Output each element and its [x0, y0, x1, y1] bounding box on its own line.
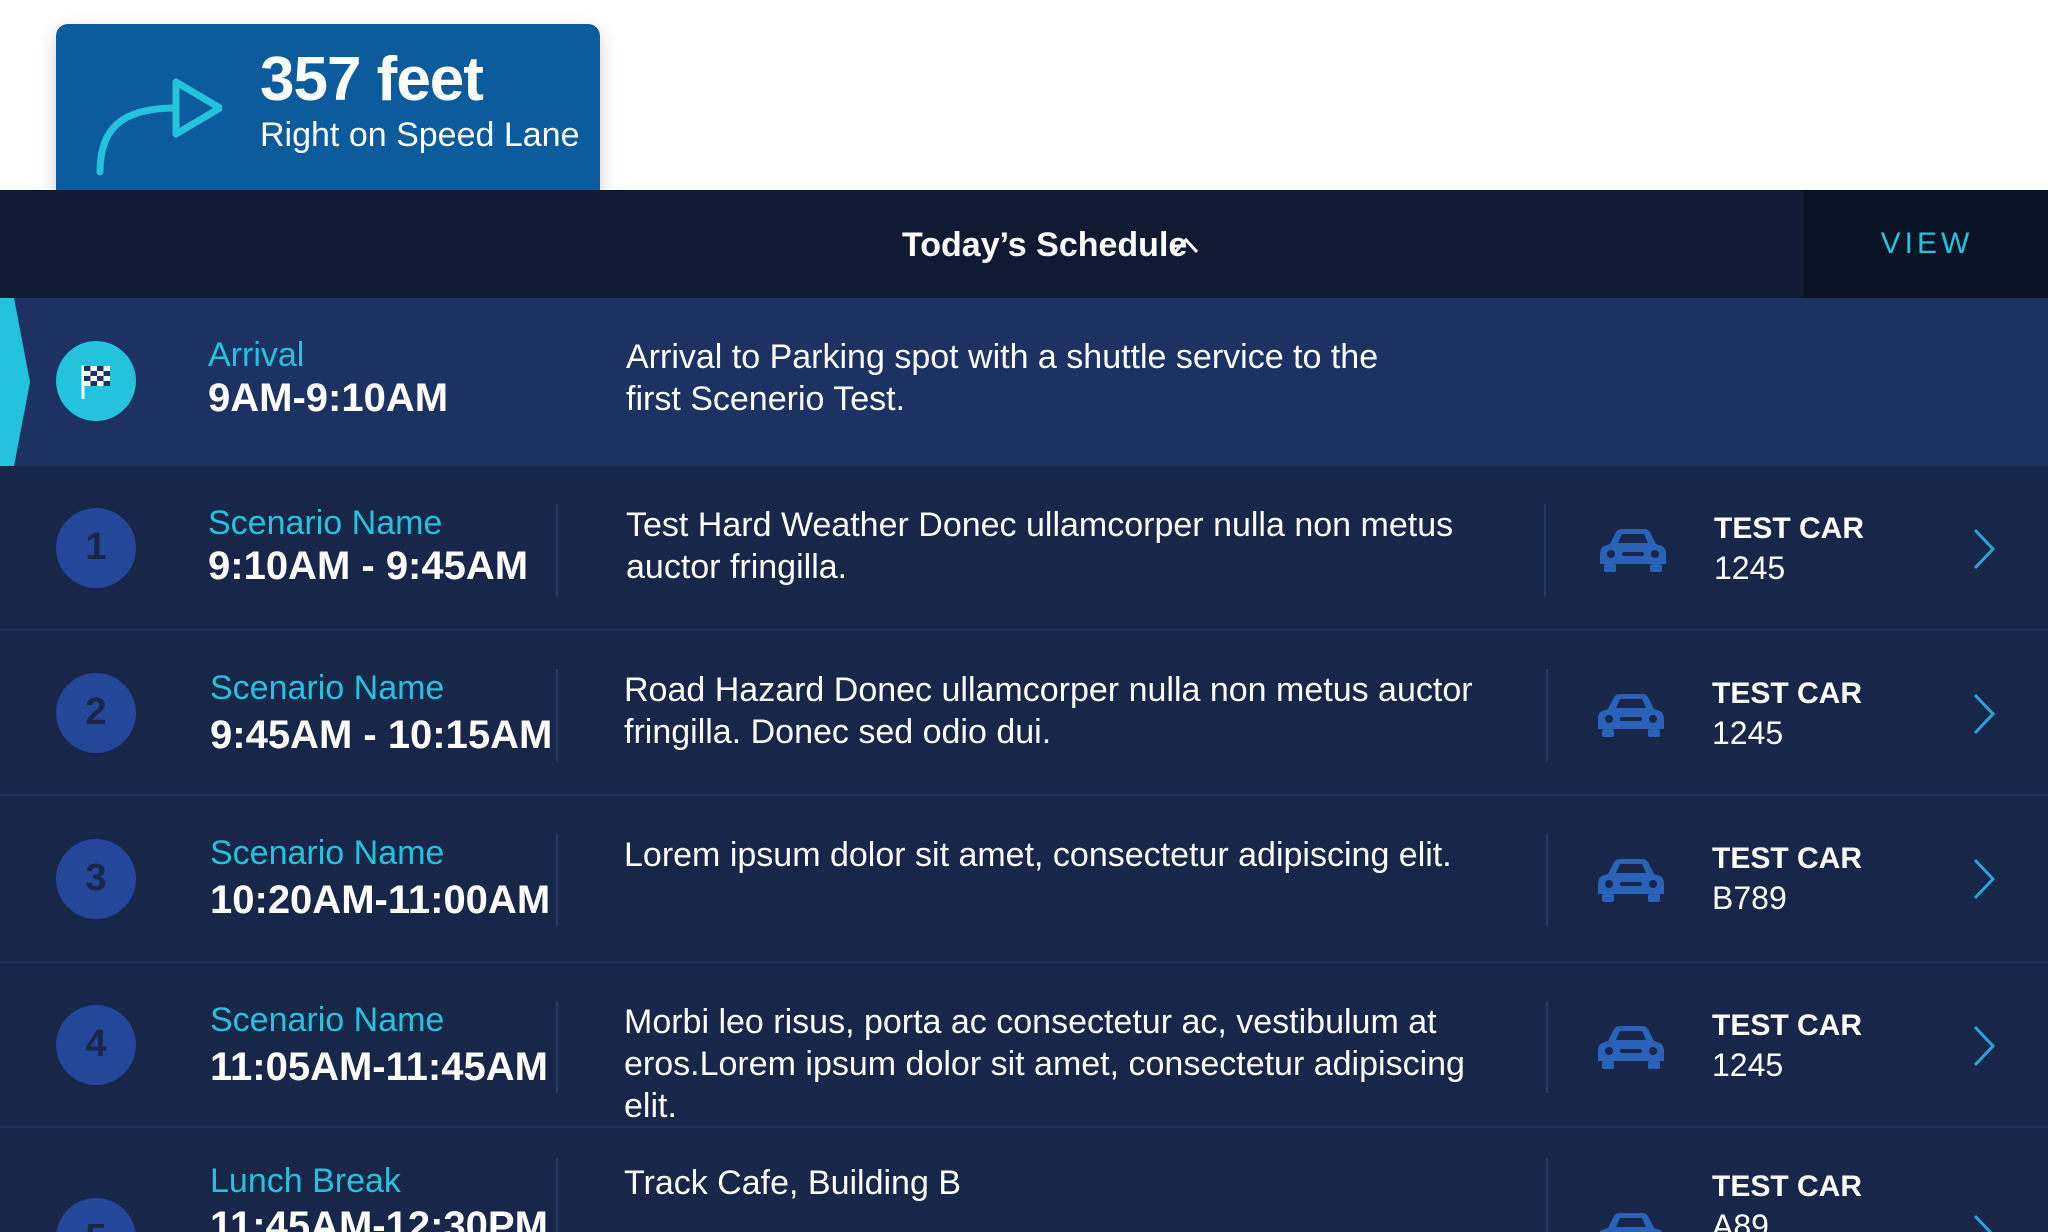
navigation-card[interactable]: 357 feet Right on Speed Lane: [56, 24, 600, 204]
car-icon: [1598, 859, 1664, 902]
column-divider: [556, 834, 558, 926]
step-number-badge: 1: [56, 507, 136, 588]
schedule-row[interactable]: 2 Scenario Name 9:45AM - 10:15AM Road Ha…: [0, 631, 2048, 796]
car-icon: [1599, 1213, 1663, 1232]
schedule-row[interactable]: 3 Scenario Name 10:20AM-11:00AM Lorem ip…: [0, 796, 2048, 963]
chevron-up-icon[interactable]: [1172, 236, 1200, 256]
schedule-item-time: 10:20AM-11:00AM: [210, 878, 551, 922]
car-id: 1245: [1712, 1047, 1784, 1083]
column-divider: [1546, 834, 1548, 926]
active-row-indicator: [0, 298, 30, 466]
car-icon: [1600, 529, 1666, 572]
column-divider: [556, 1158, 558, 1232]
car-label: TEST CAR: [1712, 1170, 1862, 1203]
schedule-item-description: Morbi leo risus, porta ac consectetur ac…: [624, 1003, 1465, 1125]
schedule-item-description: Arrival to Parking spot with a shuttle s…: [626, 338, 1379, 418]
view-button[interactable]: VIEW: [1804, 190, 2048, 298]
step-number-badge: 3: [56, 838, 136, 919]
nav-distance: 357 feet: [260, 45, 484, 114]
chevron-right-icon[interactable]: [1970, 526, 1998, 572]
car-icon: [1598, 1026, 1664, 1069]
chevron-right-icon[interactable]: [1970, 1023, 1998, 1069]
schedule-item-description: Road Hazard Donec ullamcorper nulla non …: [624, 671, 1473, 751]
car-id: B789: [1712, 880, 1787, 916]
schedule-item-name: Scenario Name: [210, 1001, 445, 1039]
schedule-item-time: 9AM-9:10AM: [208, 376, 449, 420]
schedule-row[interactable]: 5 Lunch Break 11:45AM-12:30PM Track Cafe…: [0, 1128, 2048, 1232]
column-divider: [1544, 504, 1546, 596]
schedule-item-name: Lunch Break: [210, 1162, 401, 1200]
app-stage: 357 feet Right on Speed Lane Today’s Sch…: [0, 0, 2048, 1232]
schedule-title: Today’s Schedule: [902, 226, 1188, 264]
schedule-item-time: 9:45AM - 10:15AM: [210, 713, 553, 757]
schedule-item-time: 11:45AM-12:30PM: [210, 1204, 548, 1232]
chevron-right-icon[interactable]: [1970, 691, 1998, 737]
schedule-row-arrival[interactable]: Arrival 9AM-9:10AM Arrival to Parking sp…: [0, 298, 2048, 466]
checkered-flag-icon: [81, 365, 110, 399]
nav-instruction: Right on Speed Lane: [260, 116, 580, 154]
column-divider: [556, 1001, 558, 1093]
schedule-item-name: Arrival: [208, 336, 305, 374]
schedule-item-name: Scenario Name: [210, 834, 445, 872]
step-number-badge: 2: [56, 672, 136, 753]
column-divider: [556, 669, 558, 761]
car-label: TEST CAR: [1712, 842, 1862, 875]
car-label: TEST CAR: [1714, 512, 1864, 545]
schedule-item-time: 9:10AM - 9:45AM: [208, 544, 529, 588]
column-divider: [1546, 1001, 1548, 1093]
schedule-row[interactable]: 4 Scenario Name 11:05AM-11:45AM Morbi le…: [0, 963, 2048, 1128]
chevron-right-icon[interactable]: [1970, 856, 1998, 902]
schedule-row[interactable]: 1 Scenario Name 9:10AM - 9:45AM Test Har…: [0, 466, 2048, 631]
schedule-item-name: Scenario Name: [210, 669, 445, 707]
car-icon: [1598, 694, 1664, 737]
flag-badge: [56, 341, 136, 421]
step-number-badge: 5: [56, 1198, 136, 1232]
car-label: TEST CAR: [1712, 1009, 1862, 1042]
car-id: 1245: [1714, 550, 1786, 586]
schedule-item-name: Scenario Name: [208, 504, 443, 542]
column-divider: [1546, 1158, 1548, 1232]
schedule-item-description: Test Hard Weather Donec ullamcorper null…: [626, 506, 1454, 586]
car-id: A89: [1712, 1208, 1769, 1232]
car-label: TEST CAR: [1712, 677, 1862, 710]
column-divider: [556, 504, 558, 596]
turn-right-arrow-icon: [96, 78, 222, 176]
schedule-header[interactable]: Today’s Schedule: [0, 190, 2048, 298]
schedule-item-time: 11:05AM-11:45AM: [210, 1045, 548, 1089]
column-divider: [1546, 669, 1548, 761]
step-number-badge: 4: [56, 1004, 136, 1085]
chevron-right-icon[interactable]: [1970, 1212, 1998, 1232]
schedule-list: Arrival 9AM-9:10AM Arrival to Parking sp…: [0, 298, 2048, 1232]
schedule-item-description: Lorem ipsum dolor sit amet, consectetur …: [624, 836, 1452, 874]
schedule-item-description: Track Cafe, Building B: [624, 1164, 961, 1202]
car-id: 1245: [1712, 715, 1784, 751]
